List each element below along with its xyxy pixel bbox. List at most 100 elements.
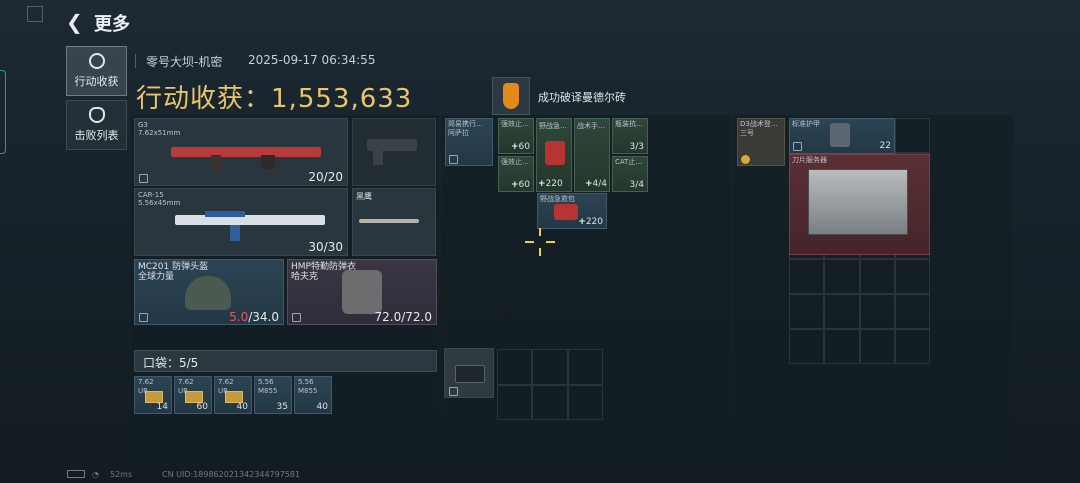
lock-icon xyxy=(139,174,148,183)
rig-item[interactable]: 强效止… +60 xyxy=(498,118,534,154)
gain-value: 1,553,633 xyxy=(271,84,413,114)
count-value: 220 xyxy=(545,179,563,189)
armor-maker: 哈夫克 xyxy=(291,272,319,282)
knife-icon xyxy=(359,219,419,223)
rifle-g3-icon xyxy=(171,141,321,171)
bag-sub: 三号 xyxy=(740,129,754,137)
item-name: CAT止… xyxy=(615,158,643,166)
lock-icon xyxy=(793,142,802,151)
ammo-count: 60 xyxy=(196,402,208,412)
target-icon xyxy=(88,53,105,69)
rig-item[interactable]: 瓶装抗… 3/3 xyxy=(612,118,648,154)
armor-durability: 72.0/72.0 xyxy=(374,310,432,324)
achievement-text: 成功破译曼德尔砖 xyxy=(538,91,626,104)
back-arrow-icon[interactable]: ❮ xyxy=(66,10,86,34)
left-edge-handle[interactable] xyxy=(0,70,6,154)
lock-icon xyxy=(449,387,458,396)
item-name: 强效止… xyxy=(501,120,529,128)
weapon-ammo: 20/20 xyxy=(308,170,343,184)
ammo-count: 40 xyxy=(236,402,248,412)
ping-text: 52ms xyxy=(110,470,133,479)
ammo-type: M855 xyxy=(258,387,278,395)
item-name: 战术手… xyxy=(577,122,605,130)
count-value: 60 xyxy=(518,180,530,190)
count-value: 4/4 xyxy=(592,179,607,189)
ammo-item[interactable]: 5.56 M855 40 xyxy=(294,376,332,414)
ammo-caliber: 5.56 xyxy=(258,378,274,386)
weapon-slot-primary[interactable]: G3 7.62x51mm 20/20 xyxy=(134,118,348,186)
item-count: 3/4 xyxy=(629,180,644,190)
ammo-item[interactable]: 7.62 UR 60 xyxy=(174,376,212,414)
armor-plate-item[interactable]: 标准护甲 22 xyxy=(789,118,895,154)
blade-server-item[interactable]: 刀片服务器 xyxy=(789,154,930,255)
skull-icon xyxy=(88,107,105,123)
gain-title: 行动收获：1,553,633 xyxy=(136,78,412,115)
count-value: 60 xyxy=(518,142,530,152)
bag-name: D3战术登… xyxy=(740,120,778,128)
first-aid-kit-icon xyxy=(554,204,578,220)
rig-item[interactable]: CAT止… 3/4 xyxy=(612,156,648,192)
helmet-slot[interactable]: MC201 防弹头盔 全球力量 5.0/34.0 xyxy=(134,259,284,325)
ammo-caliber: 7.62 xyxy=(138,378,154,386)
mandel-brick-icon xyxy=(503,83,519,109)
weapon-slot-secondary[interactable]: CAR-15 5.56x45mm 30/30 xyxy=(134,188,348,256)
item-name: 野战急救包 xyxy=(540,195,575,203)
melee-name: 黑鹰 xyxy=(356,192,372,201)
owner-icon xyxy=(741,155,750,164)
rig-item[interactable]: 野战急… +220 xyxy=(536,118,572,192)
item-sub: 阿萨拉 xyxy=(448,129,469,137)
ammo-count: 35 xyxy=(276,402,288,412)
weapon-ammo: 30/30 xyxy=(308,240,343,254)
divider xyxy=(135,54,136,68)
lock-icon xyxy=(292,313,301,322)
tab-kill-list[interactable]: 击败列表 xyxy=(66,100,127,150)
item-name: 瓶装抗… xyxy=(615,120,643,128)
armor-plate-icon xyxy=(830,123,850,147)
rig-item[interactable]: 战术手… +4/4 xyxy=(574,118,610,192)
secure-case-slot[interactable] xyxy=(444,348,494,398)
ammo-caliber: 7.62 xyxy=(218,378,234,386)
ammo-caliber: 7.62 xyxy=(178,378,194,386)
helmet-durability: 5.0/34.0 xyxy=(229,310,279,324)
item-count: +60 xyxy=(511,180,530,190)
ammo-caliber: 5.56 xyxy=(298,378,314,386)
rig-container[interactable]: 简易携行… 阿萨拉 xyxy=(445,118,493,166)
vest-icon xyxy=(342,270,382,314)
map-name: 零号大坝-机密 xyxy=(146,55,223,69)
item-count: +220 xyxy=(578,217,603,227)
ammo-item[interactable]: 7.62 UR 40 xyxy=(214,376,252,414)
item-count: 3/3 xyxy=(629,142,644,152)
melee-slot[interactable]: 黑鹰 xyxy=(352,188,436,256)
item-count: 22 xyxy=(879,141,891,151)
case-icon xyxy=(455,365,485,383)
gain-label: 行动收获： xyxy=(136,84,272,114)
weapon-caliber: 7.62x51mm xyxy=(138,129,181,137)
item-name: 标准护甲 xyxy=(792,120,820,128)
ammo-item[interactable]: 7.62 UR 14 xyxy=(134,376,172,414)
item-count: +4/4 xyxy=(584,179,607,189)
ammo-item[interactable]: 5.56 M855 35 xyxy=(254,376,292,414)
item-count: +60 xyxy=(511,142,530,152)
rig-item[interactable]: 强效止… +60 xyxy=(498,156,534,192)
item-name: 刀片服务器 xyxy=(792,156,827,164)
battery-icon xyxy=(67,470,85,478)
rifle-car15-icon xyxy=(175,207,325,241)
backpack-slot[interactable]: D3战术登… 三号 xyxy=(737,118,785,166)
item-name: 强效止… xyxy=(501,158,529,166)
pockets-header: 口袋：5/5 xyxy=(134,350,437,372)
cursor-crosshair-icon xyxy=(525,228,555,256)
rig-item[interactable]: 野战急救包 +220 xyxy=(537,193,607,229)
achievement-badge[interactable] xyxy=(492,77,530,115)
tab-action-gains[interactable]: 行动收获 xyxy=(66,46,127,96)
tab-label: 行动收获 xyxy=(74,75,119,88)
count-value: 220 xyxy=(585,217,603,227)
ammo-count: 14 xyxy=(156,402,168,412)
armor-slot[interactable]: HMP特勤防弹衣 哈夫克 72.0/72.0 xyxy=(287,259,437,325)
durability-current: 5.0 xyxy=(229,310,249,324)
pocket-items: 7.62 UR 14 7.62 UR 60 7.62 UR 40 5.56 M8… xyxy=(134,376,374,414)
helmet-icon xyxy=(185,276,231,310)
server-icon xyxy=(808,169,908,235)
weapon-slot-pistol[interactable] xyxy=(352,118,436,186)
ammo-count: 40 xyxy=(316,402,328,412)
wifi-icon: ◔ xyxy=(92,470,99,479)
